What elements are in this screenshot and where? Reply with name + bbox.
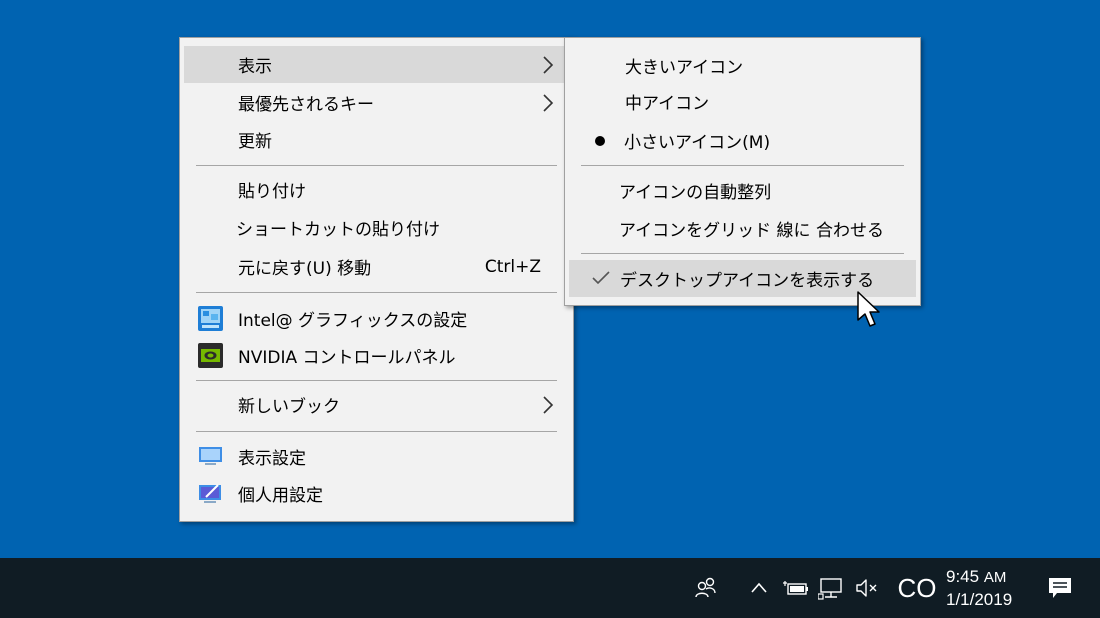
menu-item-intel-graphics[interactable]: Intel@ グラフィックスの設定 [184, 300, 569, 337]
menu-item-intel-graphics-label: Intel@ グラフィックスの設定 [238, 311, 468, 331]
action-center-button[interactable] [1040, 558, 1080, 618]
notification-icon [1049, 578, 1071, 598]
personalize-icon [199, 484, 221, 503]
menu-item-nvidia-label: NVIDIA コントロールパネル [238, 348, 456, 368]
submenu-item-small-icons-label: 小さいアイコン(M) [624, 133, 771, 153]
submenu-item-auto-arrange[interactable]: アイコンの自動整列 [569, 172, 916, 209]
menu-separator [196, 380, 557, 381]
menu-item-paste-label: 貼り付け [238, 182, 306, 202]
menu-item-priority-keys-label: 最優先されるキー [238, 95, 374, 115]
clock-ampm: AM [983, 568, 1007, 586]
menu-item-personalize-label: 個人用設定 [238, 486, 323, 506]
show-hidden-icons-button[interactable] [744, 558, 774, 618]
menu-separator [196, 292, 557, 293]
menu-item-priority-keys[interactable]: 最優先されるキー [184, 84, 569, 121]
battery-icon [783, 581, 808, 595]
mouse-cursor-icon [857, 291, 880, 327]
menu-item-refresh-label: 更新 [238, 132, 272, 152]
volume-muted-icon [856, 579, 877, 597]
menu-item-undo-label: 元に戻す(U) 移動 [238, 259, 372, 279]
submenu-item-large-icons[interactable]: 大きいアイコン [569, 47, 916, 84]
people-icon [695, 577, 716, 598]
menu-item-display-settings-label: 表示設定 [238, 449, 306, 469]
network-button[interactable] [814, 558, 848, 618]
volume-button[interactable] [850, 558, 884, 618]
clock-time: 9:45 [946, 566, 980, 586]
menu-item-paste[interactable]: 貼り付け [184, 171, 569, 208]
menu-item-view-label: 表示 [238, 57, 272, 77]
clock-time-row: 9:45 AM [946, 566, 1006, 589]
network-icon [818, 578, 842, 600]
menu-item-nvidia-control-panel[interactable]: NVIDIA コントロールパネル [184, 337, 569, 374]
submenu-item-align-grid-label: アイコンをグリッド 線に 合わせる [619, 221, 884, 241]
menu-item-personalize[interactable]: 個人用設定 [184, 475, 569, 512]
menu-separator [196, 165, 557, 166]
chevron-right-icon [543, 56, 554, 74]
intel-graphics-icon [198, 306, 223, 331]
clock-date: 1/1/2019 [946, 589, 1013, 609]
submenu-item-align-grid[interactable]: アイコンをグリッド 線に 合わせる [569, 210, 916, 247]
checkmark-icon [592, 271, 610, 285]
desktop-context-menu: 表示 最優先されるキー 更新 貼り付け ショートカットの貼り付け 元に戻す(U)… [179, 37, 574, 522]
menu-item-undo[interactable]: 元に戻す(U) 移動 Ctrl+Z [184, 248, 569, 285]
menu-separator [581, 165, 904, 166]
chevron-up-icon [751, 582, 767, 593]
menu-item-refresh[interactable]: 更新 [184, 121, 569, 158]
menu-item-new-book[interactable]: 新しいブック [184, 386, 569, 423]
submenu-item-show-desktop-icons-label: デスクトップアイコンを表示する [620, 271, 875, 291]
chevron-right-icon [543, 396, 554, 414]
nvidia-icon [198, 343, 223, 368]
menu-item-paste-shortcut-label: ショートカットの貼り付け [236, 220, 440, 240]
menu-item-new-book-label: 新しいブック [238, 397, 340, 417]
menu-item-view[interactable]: 表示 [184, 46, 569, 83]
battery-button[interactable] [780, 558, 812, 618]
submenu-item-small-icons[interactable]: 小さいアイコン(M) [569, 122, 916, 159]
menu-separator [581, 253, 904, 254]
menu-item-paste-shortcut[interactable]: ショートカットの貼り付け [184, 209, 569, 246]
submenu-item-medium-icons-label: 中アイコン [625, 94, 710, 114]
menu-item-undo-shortcut: Ctrl+Z [484, 256, 541, 277]
taskbar: CO 9:45 AM 1/1/2019 [0, 558, 1100, 618]
menu-separator [196, 431, 557, 432]
submenu-item-auto-arrange-label: アイコンの自動整列 [619, 183, 772, 203]
submenu-item-medium-icons[interactable]: 中アイコン [569, 83, 916, 120]
chevron-right-icon [543, 94, 554, 112]
ime-indicator[interactable]: CO [893, 558, 941, 618]
radio-bullet-icon [595, 136, 605, 146]
view-submenu: 大きいアイコン 中アイコン 小さいアイコン(M) アイコンの自動整列 アイコンを… [564, 37, 921, 306]
submenu-item-large-icons-label: 大きいアイコン [625, 58, 744, 78]
clock[interactable]: 9:45 AM 1/1/2019 [946, 558, 1018, 618]
display-settings-icon [199, 447, 222, 465]
menu-item-display-settings[interactable]: 表示設定 [184, 438, 569, 475]
people-button[interactable] [688, 558, 724, 618]
